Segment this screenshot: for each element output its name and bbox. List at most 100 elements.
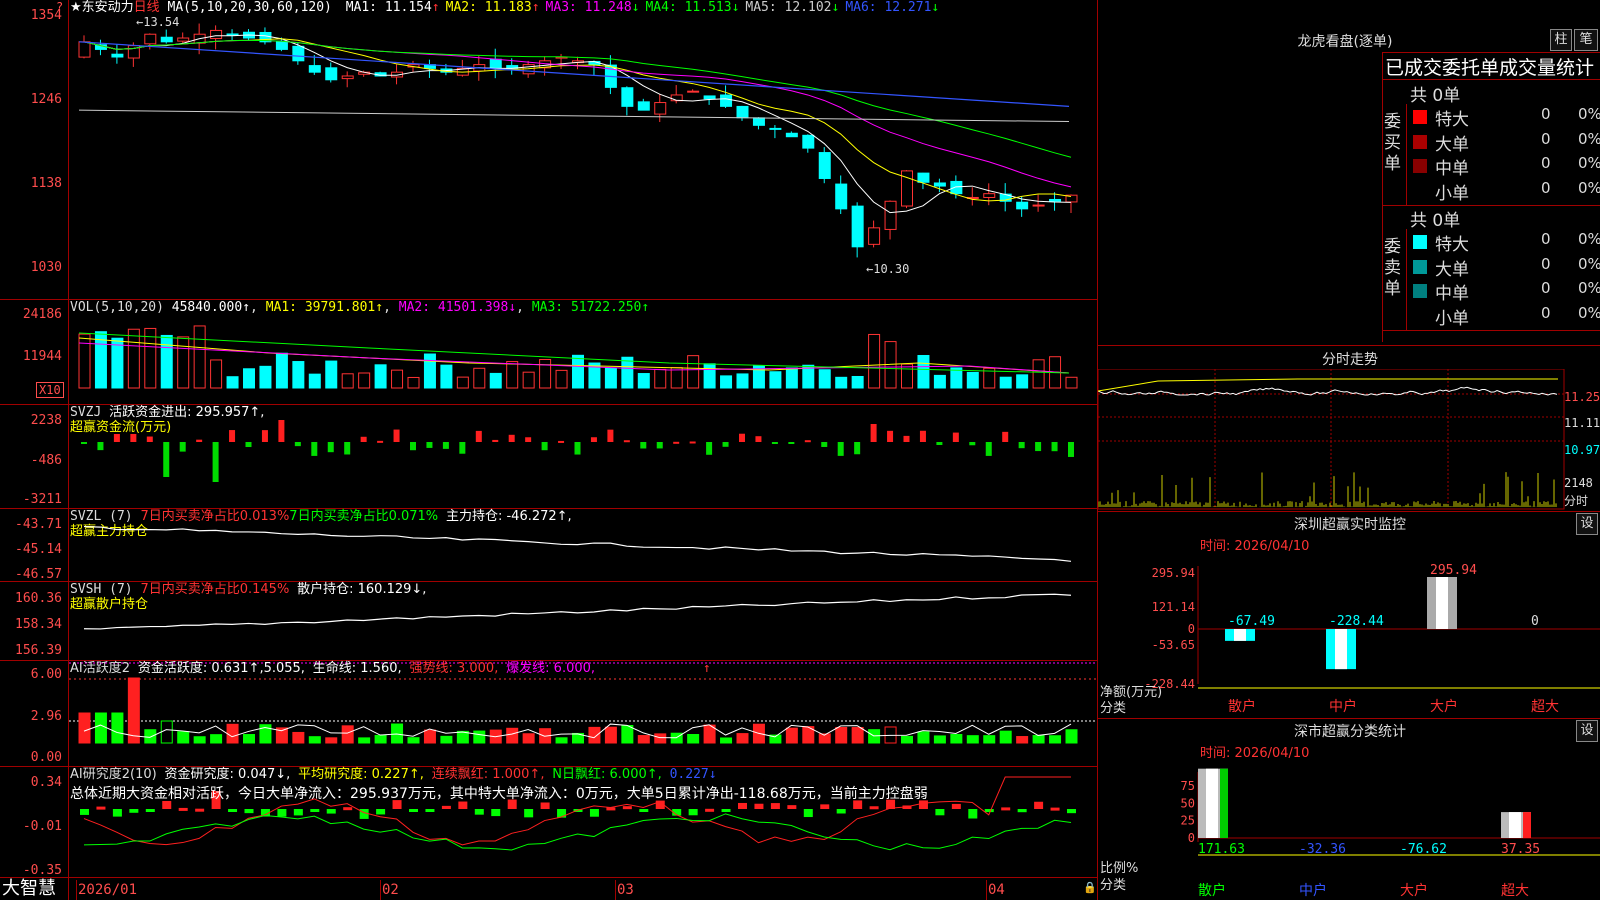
class-axis-label: 25 — [1181, 814, 1195, 828]
volume-chart[interactable] — [69, 318, 1097, 404]
avg-price-line — [1098, 378, 1558, 392]
candle-body — [637, 101, 650, 111]
candlestick-chart[interactable] — [69, 0, 1097, 299]
activity-bar — [177, 731, 190, 744]
flow-bar — [146, 436, 153, 442]
retail-holding-chart[interactable] — [69, 582, 1097, 660]
class-category-label: 散户 — [1198, 882, 1226, 899]
volume-bar — [210, 359, 223, 389]
volume-bar — [78, 333, 91, 389]
ai2-summary: 总体近期大资金相对活跃，今日大单净流入：295.937万元，其中特大单净流入：0… — [70, 786, 928, 802]
candle-body — [933, 182, 946, 187]
monitor-bar-highlight — [1234, 629, 1246, 641]
class-axis-label: 75 — [1181, 779, 1195, 793]
candle-body — [868, 227, 881, 245]
settings-button[interactable]: 设 — [1576, 720, 1598, 742]
monitor-value-label: 0 — [1531, 614, 1539, 629]
volume-bar — [275, 352, 288, 389]
ai1-axis-label: 0.00 — [30, 750, 62, 765]
flow-bar — [887, 430, 894, 442]
candle-body — [341, 75, 354, 80]
flow-bar — [311, 442, 318, 456]
order-color-swatch — [1413, 110, 1427, 124]
volume-bar — [259, 365, 272, 389]
bar-mode-button[interactable]: 柱 — [1550, 29, 1572, 51]
activity-bar — [127, 677, 140, 744]
activity-bar — [243, 734, 255, 744]
research-bar — [754, 803, 764, 809]
sz-monitor-chart[interactable]: 295.94121.140-53.65-228.44-67.49散户-228.4… — [1098, 556, 1600, 716]
monitor-value-label: 295.94 — [1430, 563, 1477, 578]
research-bar — [1017, 809, 1027, 813]
question-icon[interactable]: ? — [56, 0, 63, 14]
activity-bar — [1016, 736, 1029, 744]
volume-bar — [654, 368, 667, 389]
order-percent: 0% — [1578, 178, 1600, 197]
volume-bar — [522, 371, 535, 389]
order-color-swatch — [1413, 284, 1427, 298]
xaxis-label: 02 — [382, 882, 399, 898]
main-holding-chart[interactable] — [69, 509, 1097, 581]
flow-bar — [294, 442, 301, 447]
holding-line — [83, 525, 1072, 562]
research-bar — [425, 809, 435, 812]
activity-bar — [374, 734, 387, 744]
order-color-swatch — [1413, 235, 1427, 249]
candle-body — [851, 205, 864, 248]
xaxis-label: 2026/01 — [78, 882, 138, 898]
research-bar — [589, 809, 599, 817]
flow-bar — [936, 442, 943, 446]
sell-side-label: 委卖单 — [1384, 237, 1401, 299]
research-bar — [277, 809, 287, 817]
settings-button[interactable]: 设 — [1576, 513, 1598, 535]
avg-research-line — [83, 813, 1072, 851]
volume-bar — [193, 325, 206, 389]
intraday-chart[interactable] — [1098, 369, 1600, 510]
lock-icon[interactable]: 🔒 — [1083, 881, 1097, 894]
research-bar — [409, 809, 418, 812]
volume-bar — [720, 375, 733, 389]
research-chart[interactable] — [69, 767, 1097, 877]
activity-bar — [555, 737, 568, 744]
sz-class-title: 深市超赢分类统计 — [1294, 724, 1406, 740]
svzj-axis-label: -3211 — [22, 492, 62, 507]
price-axis-label: 1030 — [30, 260, 62, 275]
research-bar — [96, 806, 106, 810]
flow-bar — [525, 437, 532, 442]
monitor-category-label: 超大 — [1531, 699, 1559, 715]
flow-bar — [607, 429, 614, 442]
fund-flow-chart[interactable] — [69, 405, 1097, 508]
sz-class-chart[interactable]: 7550250171.63散户-32.36中户-76.62大户37.35超大 — [1098, 762, 1600, 900]
activity-bar — [851, 727, 864, 744]
order-count: 0 — [1541, 230, 1551, 248]
monitor-category-label: 散户 — [1228, 698, 1256, 715]
xaxis-label: 03 — [617, 882, 634, 898]
research-bar — [836, 809, 846, 814]
research-bar — [524, 809, 534, 818]
flow-bar — [344, 442, 351, 455]
activity-bar — [720, 737, 733, 744]
tick-mode-button[interactable]: 笔 — [1574, 29, 1598, 51]
volume-bar — [539, 359, 552, 389]
volume-bar — [456, 376, 469, 389]
monitor-value-label: -228.44 — [1329, 614, 1384, 629]
low-price-mark: ←10.30 — [866, 262, 910, 276]
fenshi-title: 分时走势 — [1322, 352, 1378, 368]
volume-bar — [637, 373, 650, 389]
candle-body — [226, 33, 239, 36]
order-color-swatch — [1413, 159, 1427, 173]
svzj-axis-label: 2238 — [30, 413, 62, 428]
retail-line — [83, 593, 1072, 630]
flow-bar — [623, 440, 630, 443]
research-bar — [820, 804, 830, 809]
research-bar — [178, 807, 188, 811]
order-color-swatch — [1413, 134, 1427, 149]
activity-bar — [144, 729, 157, 744]
research-bar — [112, 809, 122, 817]
activity-bar — [423, 729, 436, 744]
research-bar — [738, 802, 747, 809]
candle-body — [917, 172, 930, 183]
volume-bar — [1065, 376, 1078, 389]
ai2-axis-label: 0.34 — [30, 775, 62, 790]
flow-bar — [788, 442, 795, 444]
